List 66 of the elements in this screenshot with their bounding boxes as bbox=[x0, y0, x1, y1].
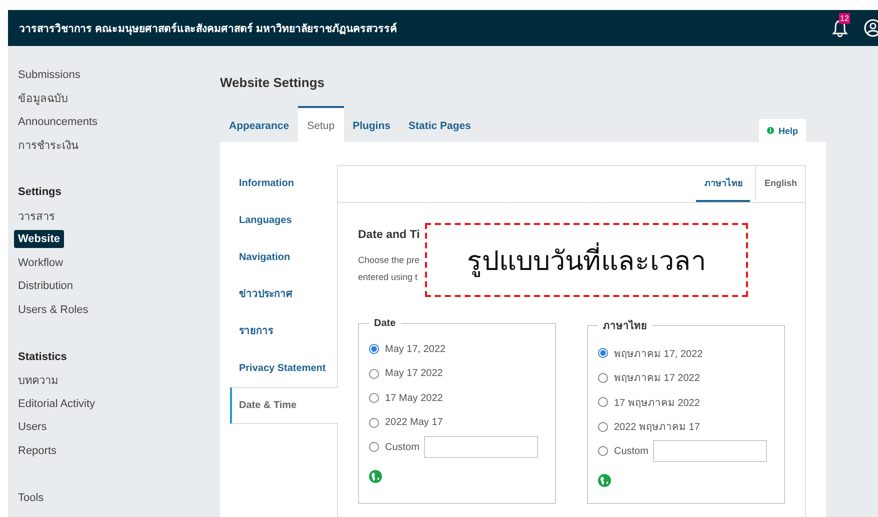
site-title[interactable]: วารสารวิชาการ คณะมนุษยศาสตร์และสังคมศาสตร์ มหาวิทยาลัยราชภัฏนครสวรรค์ bbox=[19, 20, 832, 36]
option-label[interactable]: พฤษภาคม 17, 2022 bbox=[614, 346, 703, 361]
sidebar-item[interactable]: Editorial Activity bbox=[14, 394, 100, 413]
sidebar-item[interactable]: Distribution bbox=[14, 277, 78, 296]
locale-tab[interactable]: ภาษาไทย bbox=[696, 166, 750, 202]
sidebar-item[interactable]: Announcements bbox=[14, 112, 102, 131]
section-heading: Date and Ti bbox=[358, 228, 421, 243]
radio-button[interactable] bbox=[369, 344, 379, 354]
user-icon[interactable] bbox=[864, 19, 878, 37]
option-label[interactable]: 17 May 2022 bbox=[385, 392, 443, 404]
page-title: Website Settings bbox=[220, 74, 326, 91]
sidebar-item[interactable]: Workflow bbox=[14, 254, 68, 272]
option-label[interactable]: May 17 2022 bbox=[385, 368, 443, 380]
option-label[interactable]: 2022 May 17 bbox=[385, 417, 443, 428]
sidebar-item[interactable]: ข้อมูลฉบับ bbox=[14, 86, 72, 110]
sidebar-item[interactable]: Submissions bbox=[14, 66, 84, 84]
sidebar-item[interactable]: วารสาร bbox=[14, 204, 59, 228]
sidebar-item[interactable]: Users & Roles bbox=[14, 300, 92, 319]
option-label[interactable]: Custom bbox=[614, 446, 648, 457]
custom-format-field[interactable] bbox=[424, 436, 538, 458]
setup-nav-item[interactable]: Languages bbox=[230, 202, 337, 239]
sidebar-heading: Settings bbox=[17, 185, 62, 200]
radio-button[interactable] bbox=[598, 446, 608, 456]
description-text: Choose the pre bbox=[358, 254, 421, 267]
sidebar-heading: Statistics bbox=[17, 350, 68, 365]
setup-nav-item[interactable]: รายการ bbox=[230, 313, 337, 350]
radio-button[interactable] bbox=[598, 397, 608, 408]
setup-nav-item[interactable]: Privacy Statement bbox=[230, 350, 337, 387]
radio-button[interactable] bbox=[598, 348, 608, 358]
tab[interactable]: Static Pages bbox=[399, 106, 480, 142]
radio-button[interactable] bbox=[369, 393, 379, 404]
option-label[interactable]: พฤษภาคม 17 2022 bbox=[614, 370, 700, 386]
sidebar-item[interactable]: การชำระเงิน bbox=[14, 133, 83, 158]
bell-icon[interactable] bbox=[832, 19, 848, 37]
fieldset-legend: ภาษาไทย bbox=[598, 318, 652, 333]
custom-format-field[interactable] bbox=[653, 440, 768, 462]
globe-icon[interactable] bbox=[369, 470, 382, 482]
option-label[interactable]: 17 พฤษภาคม 2022 bbox=[614, 394, 700, 410]
description-text: entered using t bbox=[358, 271, 419, 284]
setup-nav-item[interactable]: ข่าวประกาศ bbox=[230, 276, 337, 313]
locale-tab[interactable]: English bbox=[755, 166, 805, 202]
setup-nav-item[interactable]: Information bbox=[230, 165, 337, 202]
radio-button[interactable] bbox=[598, 422, 608, 432]
info-icon bbox=[767, 127, 774, 134]
sidebar-item[interactable]: Website bbox=[14, 230, 64, 248]
setup-nav-item[interactable]: Date & Time bbox=[230, 387, 338, 424]
globe-icon[interactable] bbox=[598, 474, 611, 486]
annotation-callout: รูปแบบวันที่และเวลา bbox=[425, 223, 748, 297]
radio-button[interactable] bbox=[598, 372, 608, 383]
radio-button[interactable] bbox=[369, 368, 379, 379]
fieldset-legend: Date bbox=[369, 318, 401, 329]
tab[interactable]: Appearance bbox=[220, 106, 298, 142]
help-button[interactable]: Help bbox=[759, 119, 806, 142]
tab[interactable]: Setup bbox=[298, 106, 344, 142]
sidebar-item[interactable]: Users bbox=[14, 418, 51, 436]
option-label[interactable]: May 17, 2022 bbox=[385, 344, 446, 355]
option-label[interactable]: 2022 พฤษภาคม 17 bbox=[614, 419, 700, 434]
sidebar-item[interactable]: บทความ bbox=[14, 368, 62, 392]
radio-button[interactable] bbox=[369, 442, 379, 452]
sidebar-item[interactable]: Reports bbox=[14, 442, 61, 460]
option-label[interactable]: Custom bbox=[385, 442, 420, 453]
notification-badge: 12 bbox=[839, 13, 850, 24]
sidebar-item[interactable]: Tools bbox=[14, 488, 48, 507]
radio-button[interactable] bbox=[369, 418, 379, 428]
tab[interactable]: Plugins bbox=[344, 106, 400, 142]
setup-nav-item[interactable]: Navigation bbox=[230, 239, 337, 276]
